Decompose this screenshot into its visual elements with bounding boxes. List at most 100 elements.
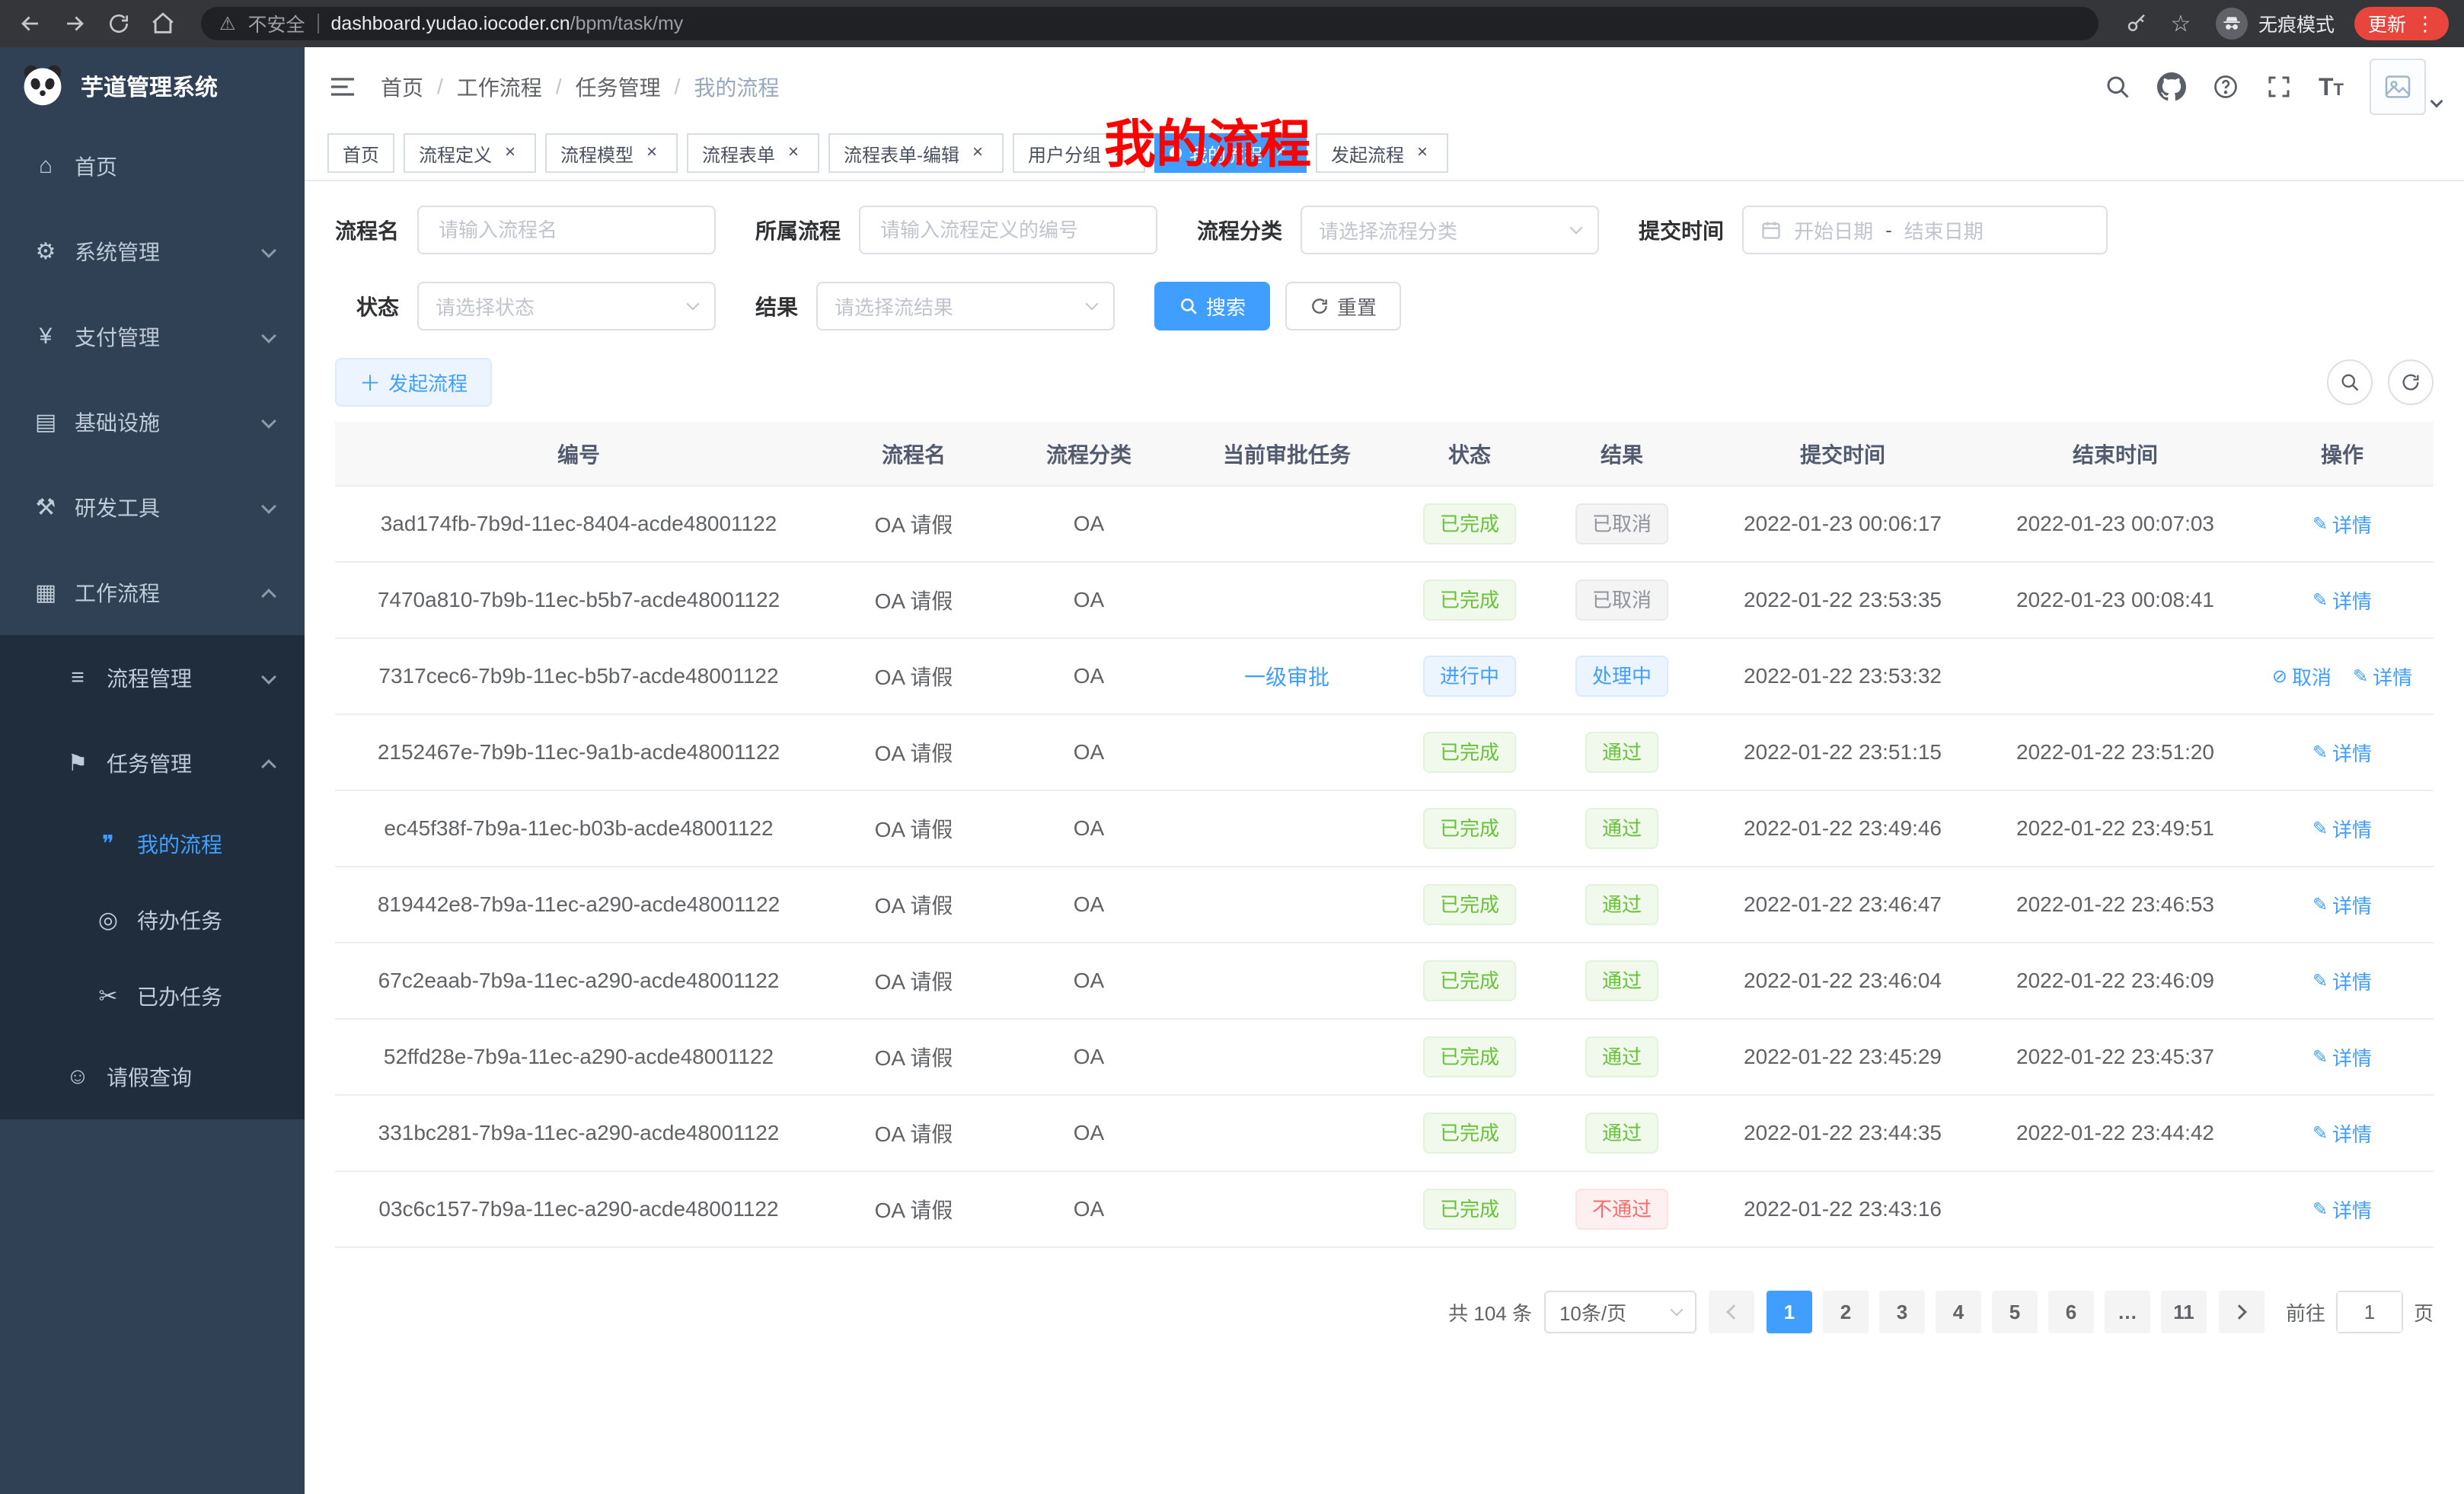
close-icon[interactable]: × (500, 142, 521, 164)
page-button[interactable]: 3 (1879, 1291, 1925, 1333)
status-select[interactable]: 请选择状态 (417, 282, 716, 330)
sidebar-item-home[interactable]: ⌂首页 (0, 123, 305, 209)
sidebar-item-payment-management[interactable]: ¥支付管理 (0, 294, 305, 379)
detail-link[interactable]: ✎详情 (2312, 739, 2372, 767)
detail-link[interactable]: ✎详情 (2312, 891, 2372, 919)
show-search-toggle-button[interactable] (2327, 359, 2373, 405)
sidebar-item-label: 流程管理 (107, 662, 192, 693)
reset-button[interactable]: 重置 (1285, 282, 1401, 330)
forward-icon[interactable] (59, 8, 90, 39)
prev-page-button[interactable] (1709, 1291, 1754, 1333)
tab-发起流程[interactable]: 发起流程× (1316, 133, 1448, 173)
close-icon[interactable]: × (641, 142, 662, 164)
sidebar-item-task-management[interactable]: ⚑任务管理 (0, 720, 305, 806)
key-icon[interactable] (2121, 8, 2152, 39)
result-badge: 通过 (1585, 808, 1658, 849)
result-select[interactable]: 请选择流结果 (816, 282, 1115, 330)
avatar-image-placeholder (2370, 59, 2426, 115)
category-select[interactable]: 请选择流程分类 (1301, 206, 1599, 254)
user-avatar[interactable] (2370, 59, 2441, 115)
detail-link[interactable]: ✎详情 (2312, 1196, 2372, 1224)
close-icon[interactable]: × (967, 142, 988, 164)
tab-流程表单-编辑[interactable]: 流程表单-编辑× (828, 133, 1004, 173)
tab-首页[interactable]: 首页 (327, 133, 394, 173)
sidebar-item-done-tasks[interactable]: ✂已办任务 (0, 958, 305, 1034)
create-process-button[interactable]: ＋ 发起流程 (335, 358, 492, 407)
app-logo[interactable]: 芋道管理系统 (0, 47, 305, 123)
page-button[interactable]: 4 (1936, 1291, 1981, 1333)
detail-link[interactable]: ✎详情 (2353, 662, 2412, 691)
browser-home-icon[interactable] (148, 8, 178, 39)
bookmark-star-icon[interactable]: ☆ (2166, 8, 2196, 39)
search-icon[interactable] (2104, 73, 2131, 101)
page-button[interactable]: 11 (2161, 1291, 2207, 1333)
chevron-down-icon (261, 669, 276, 685)
cell-submit-time: 2022-01-22 23:45:29 (1706, 1019, 1980, 1095)
sidebar-item-leave-query[interactable]: ☺请假查询 (0, 1034, 305, 1119)
close-icon[interactable]: × (1270, 142, 1291, 164)
detail-link[interactable]: ✎详情 (2312, 510, 2372, 538)
tags-view: 首页流程定义×流程模型×流程表单×流程表单-编辑×用户分组×我的流程×发起流程× (305, 126, 2464, 181)
incognito-icon (2216, 8, 2248, 40)
table-row: 331bc281-7b9a-11ec-a290-acde48001122OA 请… (335, 1095, 2434, 1171)
cell-current-task (1173, 867, 1401, 943)
breadcrumb-item[interactable]: 首页 (381, 72, 423, 102)
page-size-select[interactable]: 10条/页 (1544, 1291, 1696, 1333)
process-definition-label: 所属流程 (755, 215, 841, 245)
page-button[interactable]: 1 (1767, 1291, 1812, 1333)
pagination-more-button[interactable]: … (2105, 1291, 2150, 1333)
tab-流程表单[interactable]: 流程表单× (687, 133, 819, 173)
collapse-sidebar-icon[interactable] (327, 72, 358, 102)
cell-status: 已完成 (1401, 790, 1538, 867)
breadcrumb-item[interactable]: 工作流程 (457, 72, 542, 102)
column-header: 状态 (1401, 422, 1538, 486)
reload-icon[interactable] (104, 8, 134, 39)
tab-流程定义[interactable]: 流程定义× (404, 133, 536, 173)
refresh-table-button[interactable] (2388, 359, 2434, 405)
close-icon[interactable]: × (1412, 142, 1433, 164)
search-button[interactable]: 搜索 (1154, 282, 1270, 330)
detail-link[interactable]: ✎详情 (2312, 1119, 2372, 1148)
address-bar[interactable]: ⚠ 不安全 dashboard.yudao.iocoder.cn/bpm/tas… (201, 7, 2099, 40)
browser-menu-icon[interactable]: ⋮ (2415, 12, 2435, 36)
sidebar-item-system-management[interactable]: ⚙系统管理 (0, 209, 305, 294)
detail-link[interactable]: ✎详情 (2312, 1043, 2372, 1071)
detail-link[interactable]: ✎详情 (2312, 586, 2372, 615)
submit-time-range-picker[interactable]: 开始日期 - 结束日期 (1742, 206, 2108, 254)
close-icon[interactable]: × (1109, 142, 1130, 164)
breadcrumb-item[interactable]: 任务管理 (576, 72, 661, 102)
cell-submit-time: 2022-01-22 23:53:35 (1706, 562, 1980, 638)
sidebar-item-workflow[interactable]: ▦工作流程 (0, 550, 305, 635)
tab-我的流程[interactable]: 我的流程× (1154, 133, 1307, 173)
tab-流程模型[interactable]: 流程模型× (545, 133, 678, 173)
cancel-link[interactable]: ⊘取消 (2272, 662, 2332, 691)
cell-status: 已完成 (1401, 486, 1538, 562)
github-icon[interactable] (2157, 72, 2186, 101)
cancel-icon: ⊘ (2272, 666, 2287, 688)
back-icon[interactable] (15, 8, 46, 39)
process-name-input[interactable] (417, 206, 716, 254)
start-date-placeholder: 开始日期 (1794, 216, 1873, 244)
process-definition-input[interactable] (859, 206, 1157, 254)
page-button[interactable]: 5 (1992, 1291, 2038, 1333)
page-button[interactable]: 6 (2048, 1291, 2094, 1333)
goto-page-input[interactable] (2336, 1291, 2403, 1333)
monitor-icon: ▤ (32, 409, 59, 436)
sidebar-item-todo-tasks[interactable]: ◎待办任务 (0, 882, 305, 958)
close-icon[interactable]: × (783, 142, 804, 164)
sidebar-item-dev-tools[interactable]: ⚒研发工具 (0, 464, 305, 550)
font-size-icon[interactable]: TT (2319, 73, 2344, 101)
sidebar-item-process-management[interactable]: ≡流程管理 (0, 635, 305, 720)
fullscreen-icon[interactable] (2265, 73, 2293, 101)
update-button[interactable]: 更新 ⋮ (2354, 7, 2449, 40)
help-icon[interactable] (2212, 73, 2239, 101)
sidebar-item-infrastructure[interactable]: ▤基础设施 (0, 379, 305, 464)
tab-用户分组[interactable]: 用户分组× (1013, 133, 1145, 173)
detail-link[interactable]: ✎详情 (2312, 967, 2372, 995)
next-page-button[interactable] (2219, 1291, 2265, 1333)
current-task-link[interactable]: 一级审批 (1244, 666, 1329, 689)
cell-end-time: 2022-01-22 23:49:51 (1980, 790, 2251, 867)
page-button[interactable]: 2 (1823, 1291, 1869, 1333)
detail-link[interactable]: ✎详情 (2312, 815, 2372, 843)
sidebar-item-my-process[interactable]: ❞我的流程 (0, 806, 305, 882)
